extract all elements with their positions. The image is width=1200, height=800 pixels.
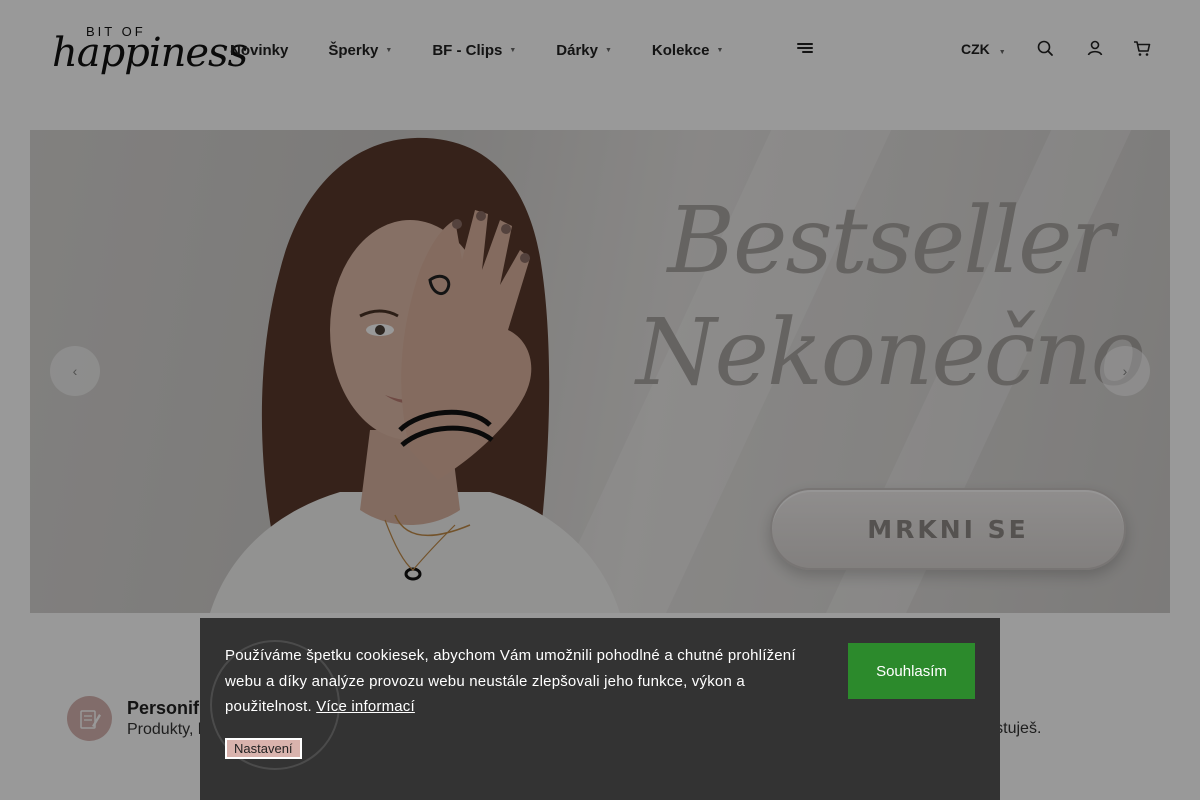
cookie-text: Používáme špetku cookiesek, abychom Vám … bbox=[225, 647, 796, 715]
cookie-message: Používáme špetku cookiesek, abychom Vám … bbox=[225, 643, 805, 720]
cookie-settings-button[interactable]: Nastavení bbox=[225, 738, 302, 759]
accept-cookies-button[interactable]: Souhlasím bbox=[848, 643, 975, 699]
more-info-link[interactable]: Více informací bbox=[316, 698, 415, 715]
cookie-consent-bar: Používáme špetku cookiesek, abychom Vám … bbox=[200, 618, 1000, 800]
